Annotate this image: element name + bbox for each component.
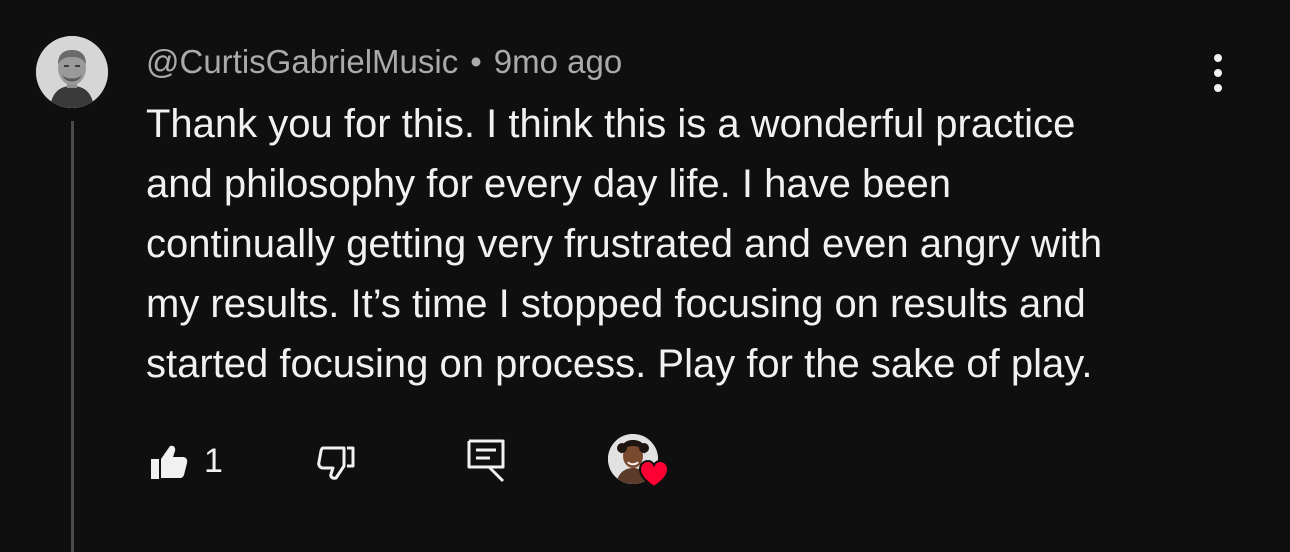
like-button[interactable]: [140, 434, 196, 490]
reply-comment-icon: [467, 439, 505, 483]
thumbs-up-icon: [151, 445, 188, 479]
comment-timestamp[interactable]: 9mo ago: [494, 43, 622, 81]
reply-button[interactable]: [458, 432, 514, 488]
heart-icon: [638, 459, 670, 489]
dislike-button[interactable]: [308, 434, 364, 490]
comment-actions: 1: [0, 430, 700, 500]
comment-text: Thank you for this. I think this is a wo…: [146, 102, 1103, 386]
comment-header: @CurtisGabrielMusic • 9mo ago: [146, 40, 622, 84]
more-vertical-icon: [1214, 54, 1222, 92]
thumbs-down-icon: [317, 446, 355, 480]
more-options-button[interactable]: [1198, 50, 1238, 96]
separator-dot: •: [470, 43, 482, 80]
author-name[interactable]: @CurtisGabrielMusic: [146, 43, 458, 81]
creator-heart[interactable]: [608, 434, 672, 494]
like-count: 1: [204, 442, 223, 480]
author-avatar[interactable]: [36, 36, 108, 108]
